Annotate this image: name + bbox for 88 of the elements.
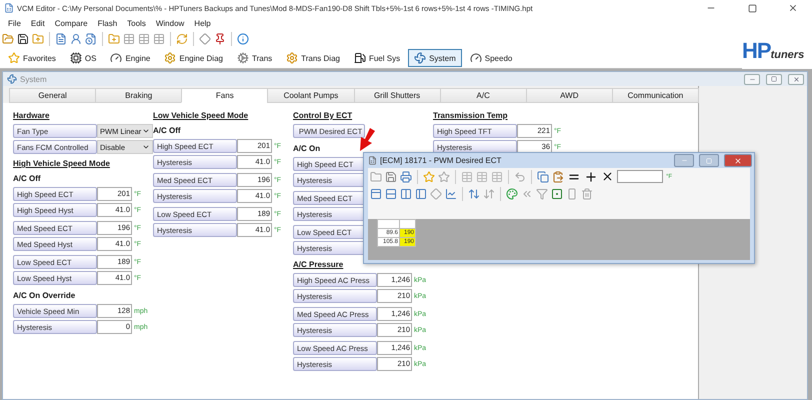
module-tab[interactable]: OS <box>64 49 102 67</box>
gear-icon <box>286 52 298 64</box>
section-heading: Hardware <box>13 111 50 120</box>
star-icon <box>8 52 20 64</box>
section-heading: Transmission Temp <box>433 111 508 120</box>
refresh-icon[interactable] <box>176 33 188 45</box>
tab[interactable]: General <box>9 88 96 103</box>
plus-icon[interactable] <box>584 170 598 184</box>
info-icon[interactable] <box>237 33 249 45</box>
maximize-icon <box>706 158 712 164</box>
close-icon <box>792 76 800 82</box>
maximize-icon[interactable] <box>748 4 756 12</box>
menu-item[interactable]: Tools <box>123 18 150 28</box>
module-tab[interactable]: Trans <box>230 49 278 67</box>
layout-icon[interactable] <box>370 188 382 200</box>
module-tab[interactable]: System <box>408 49 462 67</box>
printer-icon[interactable] <box>400 170 412 182</box>
minimize-button[interactable] <box>674 154 694 167</box>
menu-item[interactable]: Window <box>152 18 188 28</box>
app-icon <box>4 3 14 13</box>
module-tab[interactable]: Speedo <box>464 49 518 67</box>
folder-icon[interactable] <box>370 170 382 182</box>
diamond-icon[interactable] <box>199 33 211 45</box>
chip-icon <box>70 52 82 64</box>
header-cell <box>399 219 416 229</box>
logo: HPtuners <box>742 37 806 64</box>
tab[interactable]: AWD <box>526 88 613 103</box>
close-icon <box>734 156 742 164</box>
tab[interactable]: Communication <box>612 88 699 103</box>
subsection-heading: A/C On <box>293 144 320 153</box>
close-button[interactable] <box>788 74 804 84</box>
folder-icon[interactable] <box>108 33 120 45</box>
minimize-button[interactable] <box>744 74 760 84</box>
copy-icon[interactable] <box>537 170 549 182</box>
menu-item[interactable]: File <box>4 18 25 28</box>
document-icon[interactable] <box>55 33 67 45</box>
menu-item[interactable]: Edit <box>26 18 49 28</box>
tab[interactable]: A/C <box>440 88 527 103</box>
window-title: System <box>20 74 48 84</box>
fan-icon <box>7 74 17 84</box>
module-tab[interactable]: Favorites <box>2 49 62 67</box>
maximize-button[interactable] <box>766 74 782 84</box>
maximize-button[interactable] <box>699 154 719 167</box>
subsection-heading: A/C On Override <box>13 291 76 300</box>
subsection-heading: A/C Off <box>13 174 41 183</box>
tab[interactable]: Fans <box>181 88 268 103</box>
tab[interactable]: Braking <box>95 88 182 103</box>
star-icon[interactable] <box>438 170 450 182</box>
diamond-icon[interactable] <box>430 188 442 200</box>
gear-icon <box>236 52 249 64</box>
paste-icon[interactable] <box>552 170 564 182</box>
window-title: [ECM] 18171 - PWM Desired ECT <box>380 156 502 165</box>
tab[interactable]: Grill Shutters <box>354 88 441 103</box>
color-icon[interactable] <box>506 188 518 200</box>
user-icon[interactable] <box>70 33 82 45</box>
module-tab[interactable]: Engine <box>104 49 156 67</box>
fan-icon <box>414 52 426 64</box>
module-tab[interactable]: Fuel Sys <box>348 49 406 67</box>
multiply-icon[interactable] <box>601 170 614 183</box>
document-icon[interactable] <box>85 33 97 45</box>
pin-icon[interactable] <box>214 33 226 45</box>
maximize-icon <box>771 76 777 82</box>
star-icon[interactable] <box>423 170 435 182</box>
close-icon[interactable] <box>788 3 798 13</box>
section-heading: A/C Pressure <box>293 260 344 269</box>
filter-icon[interactable] <box>536 188 548 200</box>
section-heading: Control By ECT <box>293 111 352 120</box>
menu-item[interactable]: Compare <box>50 18 92 28</box>
section-heading: Low Vehicle Speed Mode <box>153 111 248 120</box>
tab[interactable]: Coolant Pumps <box>267 88 354 103</box>
layout-icon[interactable] <box>400 188 412 200</box>
line-chart-icon[interactable] <box>445 188 457 200</box>
fuel-pump-icon <box>354 52 366 64</box>
layout-icon[interactable] <box>385 188 397 200</box>
minimize-icon <box>680 157 688 164</box>
menu-item[interactable]: Flash <box>94 18 122 28</box>
close-button[interactable] <box>724 154 752 167</box>
menu-item[interactable]: Help <box>190 18 215 28</box>
subsection-heading: A/C Off <box>153 126 181 135</box>
save-icon[interactable] <box>17 33 29 45</box>
gauge-icon <box>110 52 122 64</box>
speedometer-icon <box>470 52 482 64</box>
module-tab[interactable]: Trans Diag <box>280 49 346 67</box>
section-heading: High Vehicle Speed Mode <box>13 159 110 168</box>
undo-icon[interactable] <box>514 170 526 182</box>
layout-icon[interactable] <box>415 188 427 200</box>
module-tab[interactable]: Engine Diag <box>158 49 229 67</box>
value-input[interactable] <box>617 170 663 183</box>
